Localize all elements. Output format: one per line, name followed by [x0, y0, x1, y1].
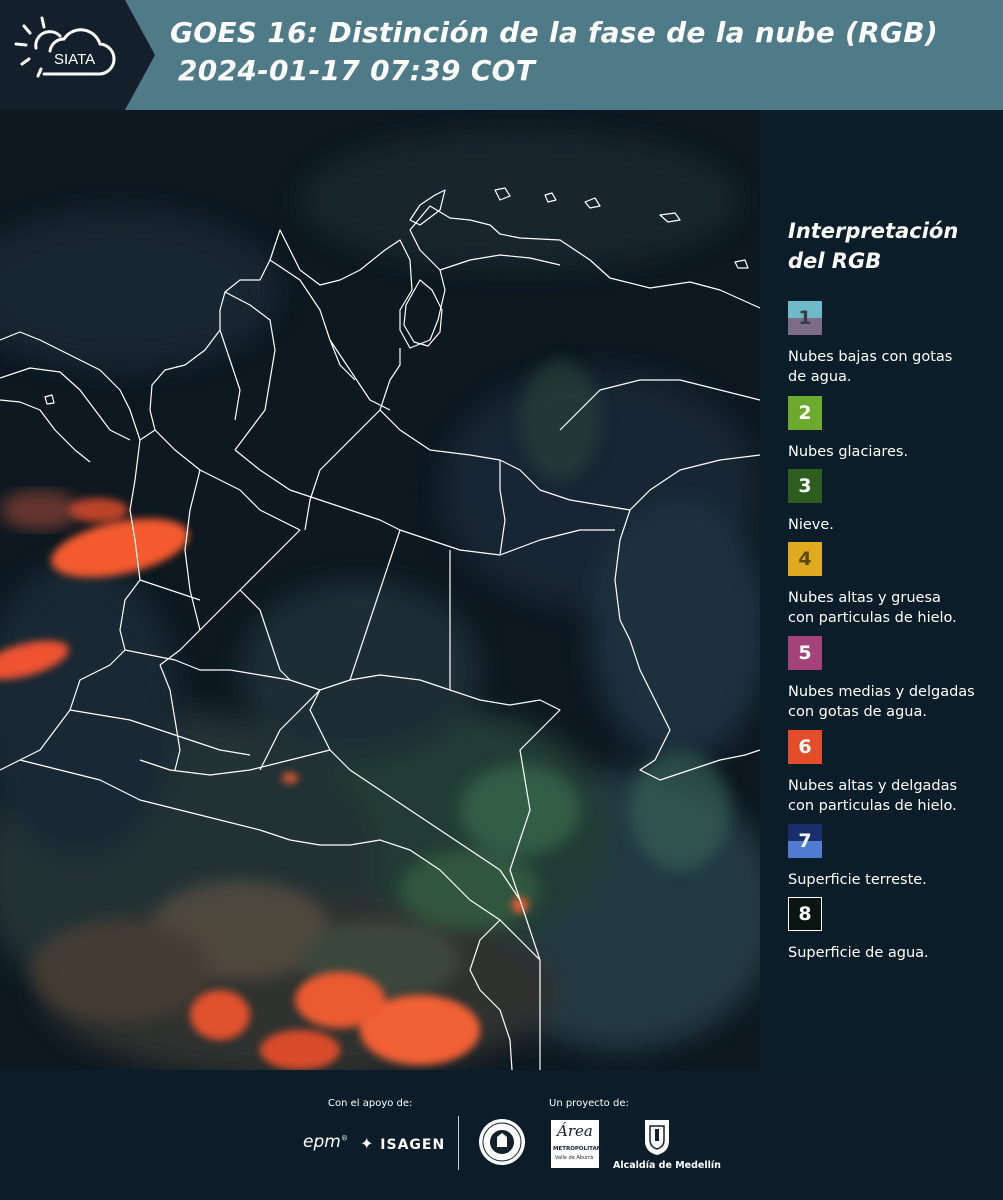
legend-label: Superficie terreste.: [788, 872, 927, 888]
legend-number: 4: [798, 548, 812, 570]
legend-label: Nubes bajas con gotas de agua.: [788, 349, 953, 385]
footer-divider: [458, 1116, 459, 1170]
legend-title-line-1: Interpretación: [788, 219, 959, 243]
legend-panel: Interpretación del RGB 1 Nubes bajas con …: [788, 216, 988, 961]
legend-number: 1: [798, 307, 812, 329]
legend-swatch: 4: [788, 542, 822, 576]
legend-number: 3: [798, 475, 812, 497]
legend-label: Nubes glaciares.: [788, 444, 909, 460]
legend-label: Nubes medias y delgadas con gotas de agua…: [788, 684, 975, 720]
legend-item-1: 1 Nubes bajas con gotas de agua.: [788, 301, 952, 387]
alcaldia-text: Alcaldía de Medellín: [613, 1160, 721, 1171]
legend-number: 8: [798, 903, 812, 925]
legend-item-2: 2 Nubes glaciares.: [788, 396, 908, 462]
siata-logo-icon: SIATA: [14, 16, 116, 78]
legend-number: 2: [798, 402, 812, 424]
epm-text: epm: [303, 1132, 341, 1152]
satellite-map[interactable]: [0, 110, 760, 1070]
legend-label: Nieve.: [788, 517, 834, 533]
area-sub-text: METROPOLITANA: [553, 1146, 606, 1152]
legend-swatch: 2: [788, 396, 822, 430]
legend-swatch: 3: [788, 469, 822, 503]
legend-swatch: 8: [788, 897, 822, 931]
legend-swatch: 7: [788, 824, 822, 858]
isagen-logo: ✦ ISAGEN: [360, 1134, 445, 1153]
legend-item-8: 8 Superficie de agua.: [788, 897, 929, 963]
legend-item-7: 7 Superficie terreste.: [788, 824, 927, 890]
legend-label: Nubes altas y gruesa con particulas de hi…: [788, 590, 957, 626]
logo-text: SIATA: [54, 51, 95, 68]
legend-item-6: 6 Nubes altas y delgadas con particulas de…: [788, 730, 957, 816]
area-metropolitana-logo: Área METROPOLITANA Valle de Aburrá: [551, 1120, 606, 1168]
page-title: GOES 16: Distinción de la fase de la nub…: [170, 14, 938, 90]
legend-label: Superficie de agua.: [788, 945, 929, 961]
legend-item-4: 4 Nubes altas y gruesa con particulas de h…: [788, 542, 957, 628]
area-text: Área: [557, 1122, 593, 1140]
legend-number: 5: [798, 642, 812, 664]
legend-number: 7: [798, 830, 812, 852]
epm-logo: epm®: [303, 1132, 348, 1152]
map-canvas: [0, 110, 760, 1070]
legend-title: Interpretación del RGB: [788, 216, 988, 276]
alcaldia-shield-icon: [645, 1120, 669, 1155]
project-label: Un proyecto de:: [549, 1098, 629, 1109]
support-label: Con el apoyo de:: [328, 1098, 413, 1109]
legend-swatch: 1: [788, 301, 822, 335]
legend-item-5: 5 Nubes medias y delgadas con gotas de agu…: [788, 636, 975, 722]
logo-panel: SIATA: [0, 0, 155, 110]
title-line-2: 2024-01-17 07:39 COT: [178, 54, 536, 87]
legend-title-line-2: del RGB: [788, 249, 882, 273]
legend-label: Nubes altas y delgadas con particulas de …: [788, 778, 958, 814]
legend-swatch: 5: [788, 636, 822, 670]
isagen-mark-icon: ✦: [360, 1134, 375, 1153]
header-bar: SIATA GOES 16: Distinción de la fase de …: [0, 0, 1003, 110]
legend-number: 6: [798, 736, 812, 758]
legend-item-3: 3 Nieve.: [788, 469, 834, 535]
isagen-text: ISAGEN: [380, 1137, 446, 1153]
seal-icon: [479, 1119, 525, 1165]
footer: Con el apoyo de: Un proyecto de: epm® ✦ …: [0, 1070, 1003, 1200]
legend-swatch: 6: [788, 730, 822, 764]
title-line-1: GOES 16: Distinción de la fase de la nub…: [170, 16, 939, 49]
area-sub-text-2: Valle de Aburrá: [555, 1155, 594, 1161]
